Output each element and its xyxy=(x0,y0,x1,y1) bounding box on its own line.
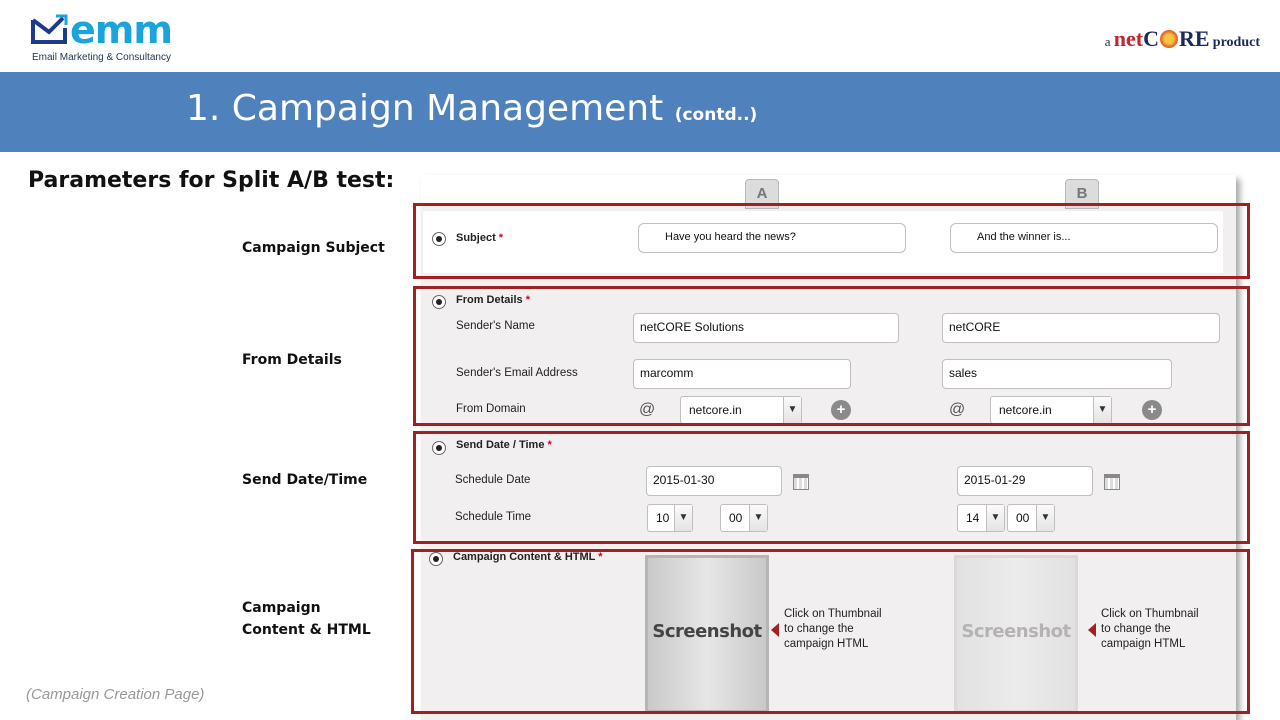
envelope-icon xyxy=(31,14,68,44)
label-from-details: From Details xyxy=(242,352,342,368)
logo-tagline: Email Marketing & Consultancy xyxy=(32,52,171,63)
params-heading: Parameters for Split A/B test: xyxy=(28,168,395,193)
highlight-send-date-time xyxy=(413,431,1250,544)
highlight-from-details xyxy=(413,286,1250,426)
label-campaign-subject: Campaign Subject xyxy=(242,240,385,256)
logo-wordmark: emm xyxy=(70,8,173,52)
emm-logo: emm Email Marketing & Consultancy xyxy=(30,8,190,68)
label-send-date-time: Send Date/Time xyxy=(242,472,368,488)
netcore-logo: a netC RE product xyxy=(1104,26,1260,51)
page-title: 1. Campaign Management (contd..) xyxy=(186,88,758,129)
highlight-subject xyxy=(413,203,1250,279)
title-bar: 1. Campaign Management (contd..) xyxy=(0,72,1280,152)
caption: (Campaign Creation Page) xyxy=(26,686,205,703)
highlight-campaign-content xyxy=(411,549,1250,714)
label-campaign-content: Campaign Content & HTML xyxy=(242,600,371,638)
